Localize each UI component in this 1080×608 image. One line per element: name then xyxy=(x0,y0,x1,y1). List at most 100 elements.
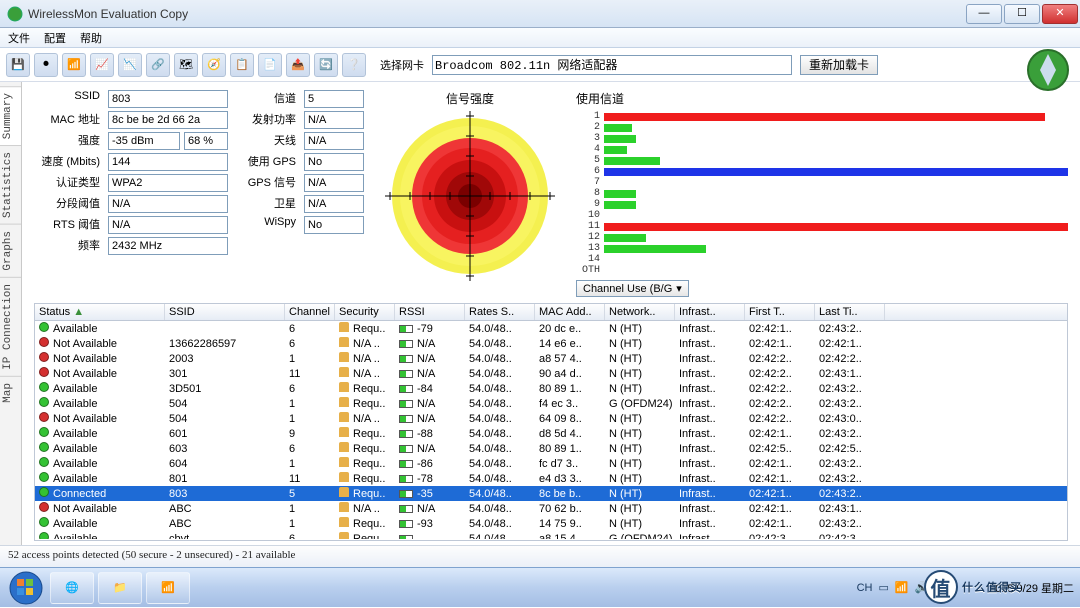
speed-label: 速度 (Mbits) xyxy=(34,153,104,171)
brand-icon xyxy=(1026,48,1070,92)
channel-row: OTH xyxy=(576,265,1068,276)
tab-graphs[interactable]: Graphs xyxy=(0,224,21,277)
summary-icon[interactable]: 📶 xyxy=(62,53,86,77)
usegps-value: No xyxy=(304,153,364,171)
ap-table: Status ▲ SSIDChannelSecurityRSSIRates S.… xyxy=(34,303,1068,541)
channel-row: 10 xyxy=(576,210,1068,221)
graph-icon[interactable]: 📉 xyxy=(118,53,142,77)
ssid-label: SSID xyxy=(34,90,104,108)
wispy-value: No xyxy=(304,216,364,234)
channel-row: 6 xyxy=(576,166,1068,177)
nic-select[interactable] xyxy=(432,55,792,75)
strength-pct: 68 % xyxy=(184,132,228,150)
menu-help[interactable]: 帮助 xyxy=(80,30,102,46)
mac-value: 8c be be 2d 66 2a xyxy=(108,111,228,129)
help-icon[interactable]: ❔ xyxy=(342,53,366,77)
channel-row: 2 xyxy=(576,122,1068,133)
table-row[interactable]: Available6036Requ..N/A54.0/48..80 89 1..… xyxy=(35,441,1067,456)
status-bar: 52 access points detected (50 secure - 2… xyxy=(0,545,1080,567)
channel-row: 12 xyxy=(576,232,1068,243)
frag-value: N/A xyxy=(108,195,228,213)
table-row[interactable]: Available6Requ..-7954.0/48..20 dc e..N (… xyxy=(35,321,1067,336)
channel-use-select[interactable]: Channel Use (B/G ▾ xyxy=(576,280,689,297)
table-row[interactable]: Available5041Requ..N/A54.0/48..f4 ec 3..… xyxy=(35,396,1067,411)
wirelessmon-task-icon[interactable]: 📶 xyxy=(146,572,190,604)
titlebar: WirelessMon Evaluation Copy — ☐ ✕ xyxy=(0,0,1080,28)
info-panel: SSID803 信道5 MAC 地址8c be be 2d 66 2a 发射功率… xyxy=(34,90,364,297)
signal-title: 信号强度 xyxy=(370,90,570,107)
antenna-label: 天线 xyxy=(246,132,300,150)
side-tabs: Summary Statistics Graphs IP Connection … xyxy=(0,82,22,545)
record-icon[interactable]: ⏺ xyxy=(34,53,58,77)
save-icon[interactable]: 💾 xyxy=(6,53,30,77)
table-row[interactable]: Not AvailableABC1N/A ..N/A54.0/48..70 62… xyxy=(35,501,1067,516)
strength-label: 强度 xyxy=(34,132,104,150)
start-button[interactable] xyxy=(6,568,46,608)
table-row[interactable]: Availablecbyt6Requ..54.0/48..a8 15 4..G … xyxy=(35,531,1067,539)
tray-flag-icon[interactable]: ▭ xyxy=(878,581,888,594)
map-icon[interactable]: 🗺 xyxy=(174,53,198,77)
table-row[interactable]: Available6041Requ..-8654.0/48..fc d7 3..… xyxy=(35,456,1067,471)
paste-icon[interactable]: 📄 xyxy=(258,53,282,77)
channel-row: 7 xyxy=(576,177,1068,188)
toolbar: 💾 ⏺ 📶 📈 📉 🔗 🗺 🧭 📋 📄 📤 🔄 ❔ 选择网卡 重新加载卡 xyxy=(0,48,1080,82)
export-icon[interactable]: 📤 xyxy=(286,53,310,77)
channel-row: 13 xyxy=(576,243,1068,254)
channel-row: 4 xyxy=(576,144,1068,155)
sat-value: N/A xyxy=(304,195,364,213)
freq-label: 频率 xyxy=(34,237,104,255)
tab-ipconnection[interactable]: IP Connection xyxy=(0,277,21,376)
menu-file[interactable]: 文件 xyxy=(8,30,30,46)
table-row[interactable]: Not Available5041N/A ..N/A54.0/48..64 09… xyxy=(35,411,1067,426)
stats-icon[interactable]: 📈 xyxy=(90,53,114,77)
sort-asc-icon: ▲ xyxy=(73,306,84,318)
ap-table-header[interactable]: Status ▲ SSIDChannelSecurityRSSIRates S.… xyxy=(35,304,1067,321)
usegps-label: 使用 GPS xyxy=(246,153,300,171)
channel-row: 1 xyxy=(576,111,1068,122)
freq-value: 2432 MHz xyxy=(108,237,228,255)
refresh-icon[interactable]: 🔄 xyxy=(314,53,338,77)
txpower-value: N/A xyxy=(304,111,364,129)
tray-lang[interactable]: CH xyxy=(857,582,873,594)
strength-dbm: -35 dBm xyxy=(108,132,180,150)
channel-row: 8 xyxy=(576,188,1068,199)
mac-label: MAC 地址 xyxy=(34,111,104,129)
rts-label: RTS 阈值 xyxy=(34,216,104,234)
table-row[interactable]: Not Available30111N/A ..N/A54.0/48..90 a… xyxy=(35,366,1067,381)
table-row[interactable]: Available6019Requ..-8854.0/48..d8 5d 4..… xyxy=(35,426,1067,441)
close-button[interactable]: ✕ xyxy=(1042,4,1078,24)
explorer-icon[interactable]: 📁 xyxy=(98,572,142,604)
table-row[interactable]: Not Available136622865976N/A ..N/A54.0/4… xyxy=(35,336,1067,351)
ap-table-body[interactable]: Available6Requ..-7954.0/48..20 dc e..N (… xyxy=(35,321,1067,539)
tab-statistics[interactable]: Statistics xyxy=(0,145,21,224)
table-row[interactable]: Available3D5016Requ..-8454.0/48..80 89 1… xyxy=(35,381,1067,396)
ie-icon[interactable]: 🌐 xyxy=(50,572,94,604)
gpssig-value: N/A xyxy=(304,174,364,192)
tab-summary[interactable]: Summary xyxy=(0,86,21,145)
maximize-button[interactable]: ☐ xyxy=(1004,4,1040,24)
menubar: 文件 配置 帮助 xyxy=(0,28,1080,48)
ssid-value: 803 xyxy=(108,90,228,108)
gpssig-label: GPS 信号 xyxy=(246,174,300,192)
table-row[interactable]: Available80111Requ..-7854.0/48..e4 d3 3.… xyxy=(35,471,1067,486)
options-icon[interactable]: 🧭 xyxy=(202,53,226,77)
reload-nic-button[interactable]: 重新加载卡 xyxy=(800,55,878,75)
minimize-button[interactable]: — xyxy=(966,4,1002,24)
tray-network-icon[interactable]: 📶 xyxy=(895,581,909,594)
copy-icon[interactable]: 📋 xyxy=(230,53,254,77)
wispy-label: WiSpy xyxy=(246,216,300,234)
channel-usage-panel: 使用信道 1234567891011121314OTH Channel Use … xyxy=(576,90,1068,297)
antenna-value: N/A xyxy=(304,132,364,150)
menu-config[interactable]: 配置 xyxy=(44,30,66,46)
radar-icon xyxy=(385,111,555,281)
ipconn-icon[interactable]: 🔗 xyxy=(146,53,170,77)
channel-row: 5 xyxy=(576,155,1068,166)
channel-row: 14 xyxy=(576,254,1068,265)
tab-map[interactable]: Map xyxy=(0,376,21,409)
table-row[interactable]: Not Available20031N/A ..N/A54.0/48..a8 5… xyxy=(35,351,1067,366)
signal-radar-panel: 信号强度 xyxy=(370,90,570,297)
table-row[interactable]: Connected8035Requ..-3554.0/48..8c be b..… xyxy=(35,486,1067,501)
table-row[interactable]: AvailableABC1Requ..-9354.0/48..14 75 9..… xyxy=(35,516,1067,531)
frag-label: 分段阈值 xyxy=(34,195,104,213)
sat-label: 卫星 xyxy=(246,195,300,213)
